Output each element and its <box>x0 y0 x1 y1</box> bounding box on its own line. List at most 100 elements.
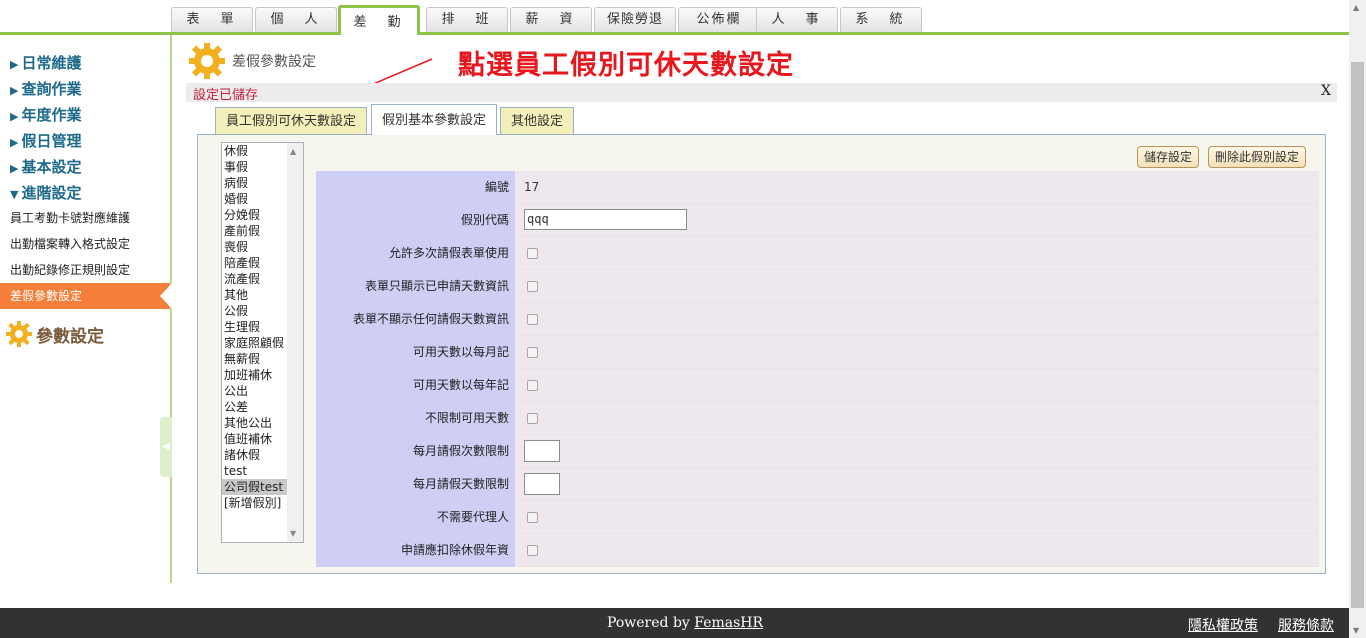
delete-leave-setting-button[interactable]: 刪除此假別設定 <box>1208 146 1307 168</box>
field-label: 不需要代理人 <box>316 501 515 534</box>
sidebar-item-card-mapping[interactable]: 員工考勤卡號對應維護 <box>0 205 170 231</box>
tab-attendance[interactable]: 差 勤 <box>338 5 420 35</box>
scroll-down-icon[interactable]: ▼ <box>1353 626 1359 635</box>
monthly-times-limit-input[interactable] <box>524 440 560 462</box>
form-row-unlimited: 不限制可用天數 <box>316 402 1319 435</box>
menu-basic-settings[interactable]: ▶ 基本設定 <box>10 156 81 177</box>
menu-advanced-settings[interactable]: ▼ 進階設定 <box>10 182 81 203</box>
menu-label: 年度作業 <box>21 106 82 124</box>
tab-other-settings[interactable]: 其他設定 <box>500 107 575 134</box>
menu-holiday[interactable]: ▶ 假日管理 <box>10 130 81 151</box>
tab-leave-basic-params[interactable]: 假別基本參數設定 <box>371 104 498 135</box>
expand-arrow-icon: ▶ <box>10 110 19 123</box>
collapse-arrow-icon: ▼ <box>10 188 19 201</box>
list-scrollbar[interactable]: ▲ ▼ <box>287 143 303 542</box>
show-applied-days-checkbox[interactable] <box>527 281 538 292</box>
sidebar-collapse-handle[interactable]: ◀ <box>160 417 172 477</box>
save-settings-button[interactable]: 儲存設定 <box>1137 146 1200 168</box>
menu-daily[interactable]: ▶ 日常維護 <box>10 52 81 73</box>
menu-query[interactable]: ▶ 查詢作業 <box>10 78 81 99</box>
field-label: 假別代碼 <box>316 204 515 237</box>
param-settings-title[interactable]: 參數設定 <box>6 321 104 347</box>
form-row-show-applied: 表單只顯示已申請天數資訊 <box>316 270 1319 303</box>
close-icon[interactable]: X <box>1321 83 1331 99</box>
tab-employee-leave-days[interactable]: 員工假別可休天數設定 <box>215 107 368 134</box>
field-label: 編號 <box>316 171 515 204</box>
femashr-link[interactable]: FemasHR <box>694 615 763 631</box>
field-label: 可用天數以每月記 <box>316 336 515 369</box>
field-label: 表單不顯示任何請假天數資訊 <box>316 303 515 336</box>
menu-label: 基本設定 <box>21 158 82 176</box>
notice-bar: 設定已儲存 X <box>186 83 1337 103</box>
form-row-code: 假別代碼 qqq <box>316 204 1319 237</box>
field-label: 每月請假次數限制 <box>316 435 515 468</box>
scrollbar-thumb[interactable] <box>1351 62 1364 608</box>
annotation-text: 點選員工假別可休天數設定 <box>458 50 794 81</box>
scroll-down-icon[interactable]: ▼ <box>290 529 296 538</box>
powered-prefix: Powered by <box>607 615 695 631</box>
tab-personal[interactable]: 個 人 <box>255 7 337 32</box>
scroll-up-icon[interactable]: ▲ <box>290 147 296 156</box>
leave-code-input[interactable]: qqq <box>524 209 687 230</box>
leave-type-list[interactable]: 休假 事假 病假 婚假 分娩假 產前假 喪假 陪產假 流產假 其他 公假 生理假… <box>221 142 304 543</box>
tab-scheduling[interactable]: 排 班 <box>426 7 508 32</box>
yearly-days-checkbox[interactable] <box>527 380 538 391</box>
field-label: 申請應扣除休假年資 <box>316 534 515 567</box>
form-row-monthly-count: 可用天數以每月記 <box>316 336 1319 369</box>
top-nav-bar: 表 單 個 人 差 勤 排 班 薪 資 保險勞退 公佈欄 人 事 系 統 <box>0 0 1349 35</box>
powered-by: Powered by FemasHR <box>607 615 763 631</box>
privacy-policy-link[interactable]: 隱私權政策 <box>1188 615 1258 635</box>
menu-label: 日常維護 <box>21 54 82 72</box>
form-row-deduct-seniority: 申請應扣除休假年資 <box>316 534 1319 567</box>
expand-arrow-icon: ▶ <box>10 136 19 149</box>
page-title: 差假參數設定 <box>232 54 316 70</box>
param-settings-label: 參數設定 <box>36 326 104 347</box>
expand-arrow-icon: ▶ <box>10 162 19 175</box>
form-row-yearly-count: 可用天數以每年記 <box>316 369 1319 402</box>
form-row-no-agent: 不需要代理人 <box>316 501 1319 534</box>
menu-label: 假日管理 <box>21 132 82 150</box>
form-row-monthly-days: 每月請假天數限制 <box>316 468 1319 501</box>
sidebar-item-file-format[interactable]: 出勤檔案轉入格式設定 <box>0 231 170 257</box>
tab-insurance[interactable]: 保險勞退 <box>594 7 676 32</box>
gear-icon <box>6 321 32 347</box>
tab-forms[interactable]: 表 單 <box>171 7 253 32</box>
form-row-hide-days: 表單不顯示任何請假天數資訊 <box>316 303 1319 336</box>
page-scrollbar[interactable]: ▲ ▼ <box>1349 0 1366 638</box>
tab-salary[interactable]: 薪 資 <box>510 7 592 32</box>
allow-multi-form-checkbox[interactable] <box>527 248 538 259</box>
no-agent-checkbox[interactable] <box>527 512 538 523</box>
gear-icon <box>189 43 225 79</box>
scroll-up-icon[interactable]: ▲ <box>1353 3 1359 12</box>
top-nav-underline <box>0 32 1349 35</box>
expand-arrow-icon: ▶ <box>10 58 19 71</box>
field-label: 可用天數以每年記 <box>316 369 515 402</box>
sidebar-item-leave-params[interactable]: 差假參數設定 <box>0 283 172 309</box>
sidebar: ▶ 日常維護 ▶ 查詢作業 ▶ 年度作業 ▶ 假日管理 ▶ 基本設定 ▼ 進階設定 員工考勤… <box>0 35 172 583</box>
hide-days-info-checkbox[interactable] <box>527 314 538 325</box>
field-label: 不限制可用天數 <box>316 402 515 435</box>
tab-system[interactable]: 系 統 <box>840 7 922 32</box>
field-label: 每月請假天數限制 <box>316 468 515 501</box>
unlimited-days-checkbox[interactable] <box>527 413 538 424</box>
page-header: 差假參數設定 <box>188 42 316 80</box>
terms-of-service-link[interactable]: 服務條款 <box>1278 615 1334 635</box>
tab-hr[interactable]: 人 事 <box>756 7 838 32</box>
footer: Powered by FemasHR 隱私權政策 服務條款 <box>0 608 1349 638</box>
chevron-left-icon: ◀ <box>162 441 170 452</box>
settings-panel: 休假 事假 病假 婚假 分娩假 產前假 喪假 陪產假 流產假 其他 公假 生理假… <box>197 134 1326 574</box>
tab-bulletin[interactable]: 公佈欄 <box>678 7 760 32</box>
menu-yearly[interactable]: ▶ 年度作業 <box>10 104 81 125</box>
sidebar-item-correction-rules[interactable]: 出勤紀錄修正規則設定 <box>0 257 170 283</box>
monthly-days-checkbox[interactable] <box>527 347 538 358</box>
deduct-seniority-checkbox[interactable] <box>527 545 538 556</box>
form-row-id: 編號 17 <box>316 171 1319 204</box>
form-row-multi-form: 允許多次請假表單使用 <box>316 237 1319 270</box>
form-row-monthly-times: 每月請假次數限制 <box>316 435 1319 468</box>
saved-notice: 設定已儲存 <box>193 88 259 103</box>
expand-arrow-icon: ▶ <box>10 84 19 97</box>
monthly-days-limit-input[interactable] <box>524 473 560 495</box>
menu-label: 查詢作業 <box>21 80 82 98</box>
id-value: 17 <box>524 180 540 194</box>
field-label: 表單只顯示已申請天數資訊 <box>316 270 515 303</box>
